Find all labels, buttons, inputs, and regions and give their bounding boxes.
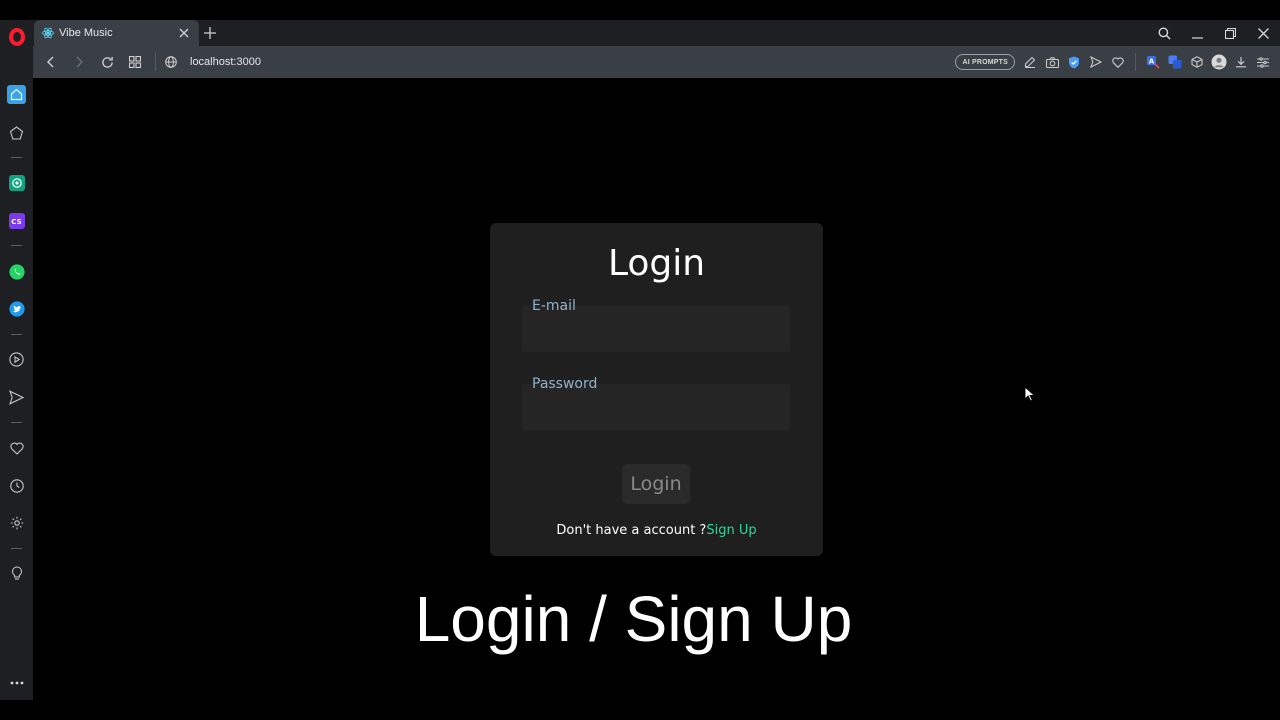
translate-page-icon[interactable] — [1164, 51, 1186, 73]
whatsapp-icon[interactable] — [6, 261, 27, 282]
heart-icon[interactable] — [6, 438, 27, 459]
forward-button[interactable] — [65, 48, 93, 76]
tabs-grid-button[interactable] — [121, 48, 149, 76]
reload-button[interactable] — [93, 48, 121, 76]
mouse-cursor-icon — [1024, 386, 1036, 402]
toolbar-divider — [1135, 53, 1136, 71]
cs-icon[interactable]: CS — [6, 210, 27, 231]
translate-icon[interactable]: A — [1142, 51, 1164, 73]
tab-vibe-music[interactable]: Vibe Music — [34, 20, 199, 46]
sidebar-divider — [11, 334, 22, 335]
ai-prompts-button[interactable]: AI PROMPTS — [955, 54, 1015, 70]
window-controls — [1148, 20, 1280, 46]
url-field[interactable]: localhost:3000 — [190, 56, 955, 68]
svg-text:A: A — [1149, 58, 1155, 66]
close-icon[interactable] — [177, 26, 191, 40]
video-caption: Login / Sign Up — [414, 583, 853, 655]
tab-title: Vibe Music — [59, 27, 113, 39]
sidebar-divider — [11, 548, 22, 549]
heart-icon[interactable] — [1107, 51, 1129, 73]
password-label: Password — [532, 376, 598, 392]
login-title: Login — [607, 243, 706, 284]
opera-menu-button[interactable] — [0, 20, 33, 54]
login-button[interactable]: Login — [622, 464, 690, 504]
email-label: E-mail — [532, 298, 576, 314]
edit-icon[interactable] — [1019, 51, 1041, 73]
sidebar-divider — [11, 245, 22, 246]
home-icon[interactable] — [6, 84, 27, 105]
send-icon[interactable] — [1085, 51, 1107, 73]
minimize-button[interactable] — [1181, 20, 1214, 46]
chatgpt-icon[interactable] — [6, 172, 27, 193]
more-icon[interactable] — [6, 672, 27, 693]
signup-row: Don't have a account ?Sign Up — [490, 523, 823, 538]
back-button[interactable] — [37, 48, 65, 76]
sidebar-divider — [11, 422, 22, 423]
camera-icon[interactable] — [1041, 51, 1063, 73]
shield-icon[interactable] — [1063, 51, 1085, 73]
tab-strip: Vibe Music — [33, 20, 1280, 46]
search-tabs-button[interactable] — [1148, 20, 1181, 46]
toolbar-divider — [155, 53, 156, 71]
address-toolbar: localhost:3000 AI PROMPTS A — [33, 46, 1280, 78]
opera-logo-icon — [8, 28, 25, 46]
easy-setup-icon[interactable] — [1252, 51, 1274, 73]
player-icon[interactable] — [6, 349, 27, 370]
close-window-button[interactable] — [1247, 20, 1280, 46]
new-tab-button[interactable] — [202, 25, 218, 41]
history-icon[interactable] — [6, 475, 27, 496]
signup-prompt: Don't have a account ? — [556, 523, 707, 538]
signup-link[interactable]: Sign Up — [706, 523, 756, 538]
download-icon[interactable] — [1230, 51, 1252, 73]
top-letterbox — [0, 0, 1280, 20]
extensions-icon[interactable] — [1186, 51, 1208, 73]
svg-text:CS: CS — [11, 218, 21, 226]
sidebar-divider — [11, 157, 22, 158]
bottom-letterbox — [0, 700, 1280, 720]
globe-icon[interactable] — [162, 53, 180, 71]
twitter-icon[interactable] — [6, 298, 27, 319]
settings-icon[interactable] — [6, 512, 27, 533]
speed-dial-icon[interactable] — [6, 122, 27, 143]
restore-button[interactable] — [1214, 20, 1247, 46]
send-icon[interactable] — [6, 387, 27, 408]
login-card: Login E-mail Password Login Don't have a… — [490, 223, 823, 556]
lightbulb-icon[interactable] — [6, 563, 27, 584]
profile-avatar[interactable] — [1208, 51, 1230, 73]
react-icon — [42, 27, 54, 39]
